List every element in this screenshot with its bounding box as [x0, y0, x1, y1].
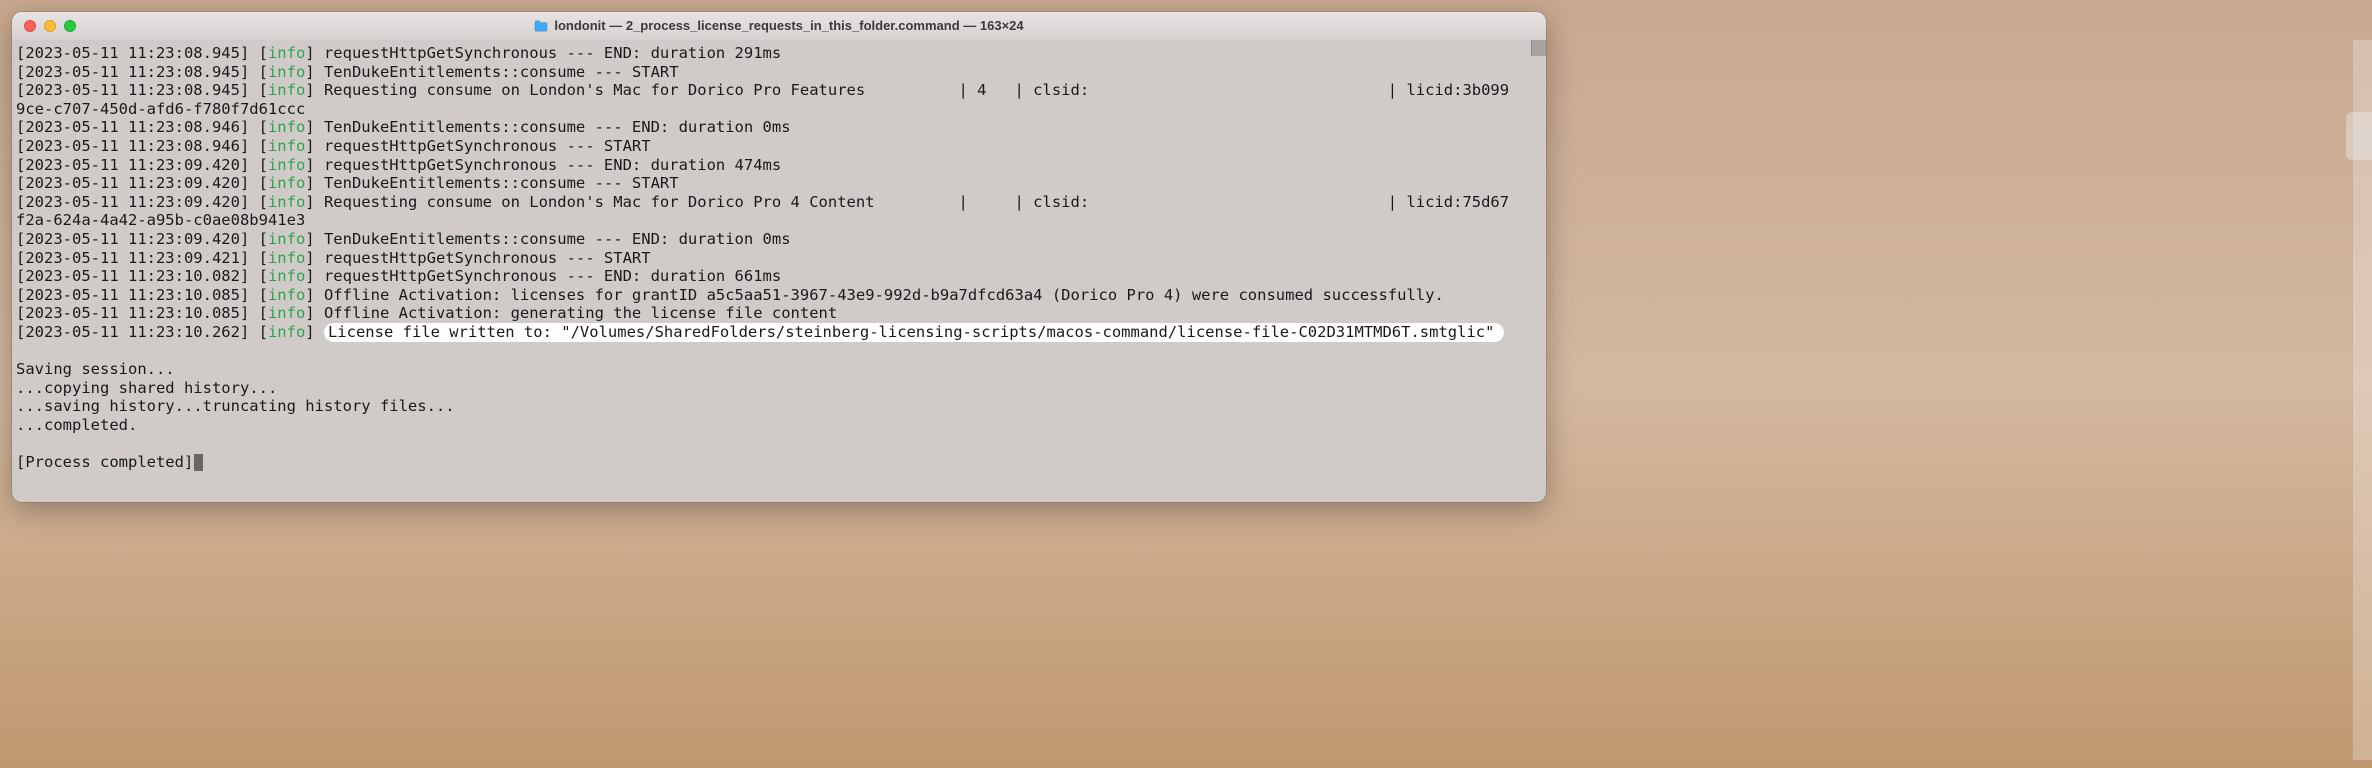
log-line: [2023-05-11 11:23:08.945] [info] TenDuke… [16, 63, 1542, 82]
log-line: [2023-05-11 11:23:08.945] [info] Request… [16, 81, 1542, 100]
log-line: f2a-624a-4a42-a95b-c0ae08b941e3 [16, 211, 1542, 230]
log-level: info [268, 118, 305, 136]
log-line: [2023-05-11 11:23:09.420] [info] Request… [16, 193, 1542, 212]
log-level: info [268, 323, 305, 341]
close-button[interactable] [24, 20, 36, 32]
folder-icon [534, 20, 548, 32]
log-level: info [268, 174, 305, 192]
window-controls [12, 20, 76, 32]
log-line: [2023-05-11 11:23:09.420] [info] request… [16, 156, 1542, 175]
log-level: info [268, 63, 305, 81]
window-title-text: londonit — 2_process_license_requests_in… [554, 18, 1023, 33]
tail-line: ...completed. [16, 416, 1542, 435]
log-level: info [268, 193, 305, 211]
right-edge-tab [2346, 112, 2372, 160]
highlighted-message: License file written to: "/Volumes/Share… [324, 323, 1504, 342]
tail-line: Saving session... [16, 360, 1542, 379]
log-level: info [268, 267, 305, 285]
log-line: [2023-05-11 11:23:08.946] [info] request… [16, 137, 1542, 156]
terminal-window: londonit — 2_process_license_requests_in… [12, 12, 1546, 502]
tail-line: ...saving history...truncating history f… [16, 397, 1542, 416]
terminal-output[interactable]: [2023-05-11 11:23:08.945] [info] request… [12, 40, 1546, 502]
log-line: [2023-05-11 11:23:09.420] [info] TenDuke… [16, 230, 1542, 249]
process-completed: [Process completed] [16, 453, 1542, 472]
log-line: [2023-05-11 11:23:10.085] [info] Offline… [16, 304, 1542, 323]
titlebar[interactable]: londonit — 2_process_license_requests_in… [12, 12, 1546, 40]
log-line-highlight: [2023-05-11 11:23:10.262] [info] License… [16, 323, 1542, 342]
log-level: info [268, 304, 305, 322]
log-level: info [268, 137, 305, 155]
log-line: [2023-05-11 11:23:10.082] [info] request… [16, 267, 1542, 286]
log-level: info [268, 156, 305, 174]
log-line: 9ce-c707-450d-afd6-f780f7d61ccc [16, 100, 1542, 119]
log-line: [2023-05-11 11:23:08.945] [info] request… [16, 44, 1542, 63]
log-level: info [268, 44, 305, 62]
tail-line [16, 342, 1542, 361]
log-level: info [268, 81, 305, 99]
cursor [194, 454, 203, 471]
tail-line: ...copying shared history... [16, 379, 1542, 398]
window-title: londonit — 2_process_license_requests_in… [12, 18, 1546, 33]
log-line: [2023-05-11 11:23:10.085] [info] Offline… [16, 286, 1542, 305]
log-level: info [268, 286, 305, 304]
log-level: info [268, 230, 305, 248]
minimize-button[interactable] [44, 20, 56, 32]
log-line: [2023-05-11 11:23:08.946] [info] TenDuke… [16, 118, 1542, 137]
tail-line [16, 434, 1542, 453]
log-level: info [268, 249, 305, 267]
zoom-button[interactable] [64, 20, 76, 32]
log-line: [2023-05-11 11:23:09.420] [info] TenDuke… [16, 174, 1542, 193]
log-line: [2023-05-11 11:23:09.421] [info] request… [16, 249, 1542, 268]
